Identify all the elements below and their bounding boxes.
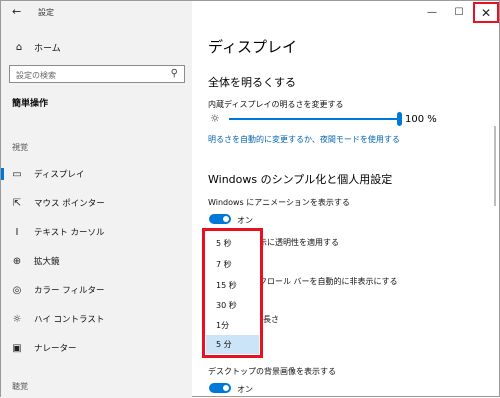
magnifier-icon: ⊕ [12,255,22,267]
sidebar-item-label: マウス ポインター [34,199,105,209]
sidebar-home-label: ホーム [34,43,61,54]
home-icon: ⌂ [15,41,23,53]
app-title: 設定 [38,8,54,17]
dropdown-option-selected[interactable]: 5 分 [206,335,259,354]
brightness-link[interactable]: 明るさを自動的に変更するか、夜間モードを使用する [208,134,400,145]
sidebar-item-text-cursor[interactable]: I テキスト カーソル [1,223,192,241]
animation-toggle-state: オン [237,216,253,225]
sidebar-item-narrator[interactable]: ▣ ナレーター [1,339,192,357]
search-placeholder: 設定の検索 [16,71,56,80]
scrollbar-hide-label: クロール バーを自動的に非表示にする [259,277,398,286]
simplify-heading: Windows のシンプル化と個人用設定 [208,173,393,186]
high-contrast-icon: ☼ [12,313,22,325]
sidebar-item-label: 拡大鏡 [34,257,60,267]
section-ease-of-access: 簡単操作 [12,99,49,109]
search-icon: ⚲ [170,68,178,79]
animation-toggle[interactable] [209,214,231,224]
brightness-heading: 全体を明るくする [208,76,296,89]
background-label: デスクトップの背景画像を表示する [208,367,336,376]
maximize-button[interactable]: ☐ [446,1,472,23]
sun-icon: ☼ [210,112,220,125]
dropdown-option[interactable]: 1分 [206,316,259,335]
dropdown-option[interactable]: 7 秒 [206,255,259,274]
search-input[interactable]: 設定の検索 ⚲ [9,65,185,83]
dropdown-option[interactable]: 30 秒 [206,296,259,315]
settings-window: ← 設定 ⌂ ホーム 設定の検索 ⚲ 簡単操作 視覚 ▭ ディスプレイ ⇱ マウ… [0,0,500,398]
narrator-icon: ▣ [12,342,22,354]
sidebar-home[interactable]: ⌂ ホーム [12,40,61,54]
notification-length-label: 長さ [263,315,279,324]
animation-label: Windows にアニメーションを表示する [208,198,350,207]
sidebar-item-high-contrast[interactable]: ☼ ハイ コントラスト [1,310,192,328]
dropdown-option[interactable]: 5 秒 [206,234,259,253]
sidebar-item-label: カラー フィルター [34,286,105,296]
sidebar-item-label: テキスト カーソル [34,228,105,238]
sidebar-item-color-filter[interactable]: ◎ カラー フィルター [1,281,192,299]
page-title: ディスプレイ [208,38,297,56]
text-cursor-icon: I [15,226,19,238]
display-icon: ▭ [12,168,22,180]
scrollbar[interactable] [494,126,496,206]
sidebar-item-display[interactable]: ▭ ディスプレイ [1,165,192,183]
mouse-pointer-icon: ⇱ [12,197,22,209]
dropdown-option[interactable]: 15 秒 [206,276,259,295]
sidebar-item-label: ナレーター [34,344,77,354]
brightness-label: 内蔵ディスプレイの明るさを変更する [208,100,344,109]
background-toggle[interactable] [209,383,231,393]
minimize-button[interactable]: — [419,1,445,23]
brightness-value: 100 % [405,114,437,125]
sidebar: ← 設定 ⌂ ホーム 設定の検索 ⚲ 簡単操作 視覚 ▭ ディスプレイ ⇱ マウ… [1,1,192,398]
back-arrow-icon[interactable]: ← [12,5,21,18]
color-filter-icon: ◎ [12,284,22,296]
sidebar-item-label: ハイ コントラスト [34,315,105,325]
notification-duration-dropdown[interactable]: 5 秒 7 秒 15 秒 30 秒 1分 5 分 [202,228,263,358]
sidebar-item-magnifier[interactable]: ⊕ 拡大鏡 [1,252,192,270]
close-button[interactable]: ✕ [473,2,499,23]
sidebar-item-label: ディスプレイ [34,170,85,180]
brightness-slider-thumb[interactable] [397,112,402,126]
background-toggle-state: オン [237,385,253,394]
section-vision: 視覚 [12,143,28,152]
sidebar-item-mouse-pointer[interactable]: ⇱ マウス ポインター [1,194,192,212]
section-hearing: 聴覚 [12,382,28,391]
transparency-label: 示に透明性を適用する [259,238,339,247]
brightness-slider-track[interactable] [229,118,401,120]
